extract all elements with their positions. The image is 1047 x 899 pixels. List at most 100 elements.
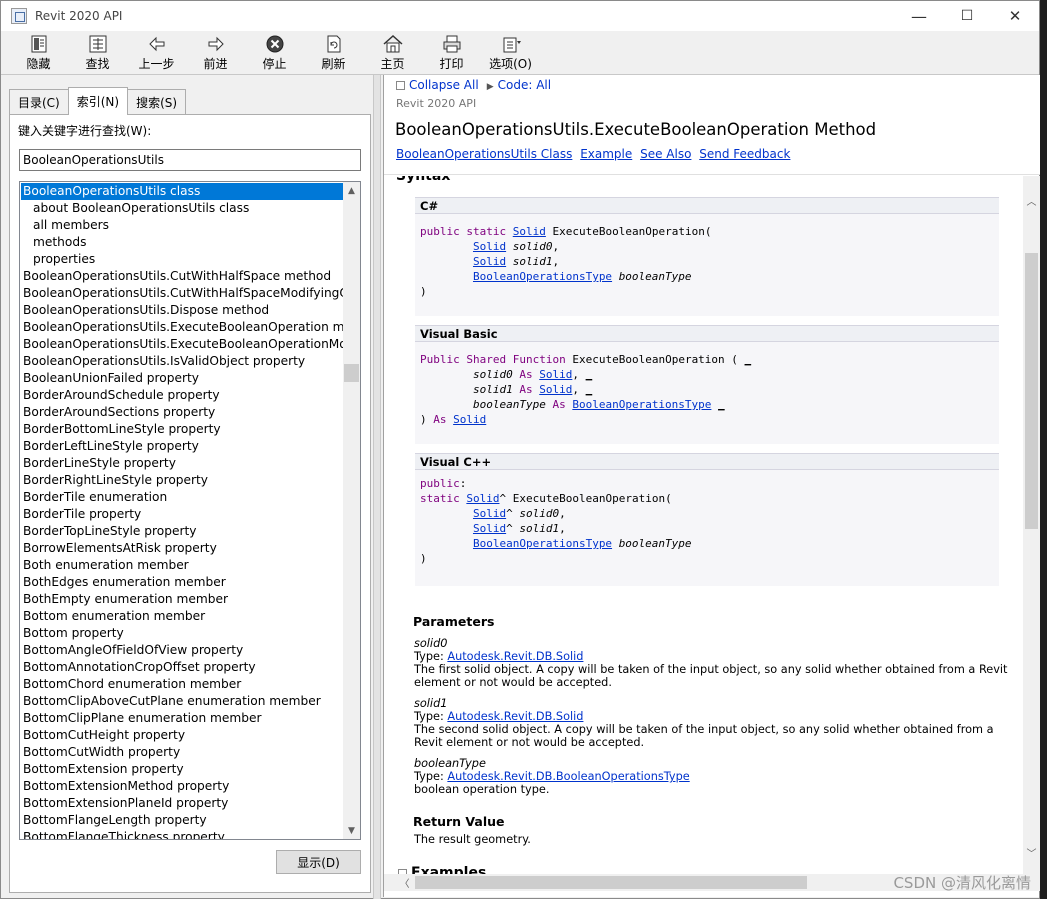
scroll-down-arrow-icon[interactable]: ﹀	[1023, 844, 1040, 861]
index-list-scrollbar[interactable]: ▲ ▼	[343, 182, 360, 839]
index-list-item[interactable]: Bottom property	[21, 625, 344, 642]
index-list-item[interactable]: BooleanOperationsUtils.CutWithHalfSpace …	[21, 268, 344, 285]
param-booleantype: booleanType Type: Autodesk.Revit.DB.Bool…	[414, 757, 1009, 796]
tab-contents[interactable]: 目录(C)	[9, 89, 69, 115]
index-list-item[interactable]: BorderTile property	[21, 506, 344, 523]
scroll-left-arrow-icon[interactable]: 〈	[396, 874, 413, 891]
index-list-item[interactable]: BottomClipPlane enumeration member	[21, 710, 344, 727]
vb-code: Public Shared Function ExecuteBooleanOpe…	[420, 353, 752, 426]
options-icon	[503, 37, 521, 53]
class-link[interactable]: BooleanOperationsUtils Class	[396, 147, 572, 161]
index-list-item[interactable]: BorderTile enumeration	[21, 489, 344, 506]
example-link[interactable]: Example	[580, 147, 632, 161]
param-type-link[interactable]: Autodesk.Revit.DB.BooleanOperationsType	[447, 770, 689, 783]
index-list-item[interactable]: BothEmpty enumeration member	[21, 591, 344, 608]
index-list-item[interactable]: BottomAnnotationCropOffset property	[21, 659, 344, 676]
collapse-all-toggle[interactable]: Collapse All	[396, 78, 479, 92]
keyword-label: 键入关键字进行查找(W):	[18, 124, 152, 138]
scroll-up-arrow-icon[interactable]: ▲	[343, 182, 360, 199]
param-solid1: solid1 Type: Autodesk.Revit.DB.Solid The…	[414, 697, 1009, 749]
index-list-item[interactable]: BooleanOperationsUtils.CutWithHalfSpaceM…	[21, 285, 344, 302]
index-list-item[interactable]: BottomAngleOfFieldOfView property	[21, 642, 344, 659]
index-list-item[interactable]: BorderBottomLineStyle property	[21, 421, 344, 438]
display-button[interactable]: 显示(D)	[276, 850, 361, 874]
send-feedback-link[interactable]: Send Feedback	[699, 147, 790, 161]
index-list-item[interactable]: BottomFlangeThickness property	[21, 829, 344, 839]
index-list-item[interactable]: BottomExtensionPlaneId property	[21, 795, 344, 812]
index-list-item[interactable]: BooleanOperationsUtils class	[21, 183, 344, 200]
index-list-item[interactable]: BottomFlangeLength property	[21, 812, 344, 829]
index-list-item[interactable]: BottomCutWidth property	[21, 744, 344, 761]
index-list-item[interactable]: BorderRightLineStyle property	[21, 472, 344, 489]
collapse-all-link[interactable]: Collapse All	[409, 78, 479, 92]
home-button[interactable]: 主页	[363, 31, 422, 75]
index-list-item[interactable]: all members	[21, 217, 344, 234]
index-list-item[interactable]: BooleanOperationsUtils.Dispose method	[21, 302, 344, 319]
maximize-button[interactable]: ☐	[943, 1, 991, 31]
examples-heading[interactable]: Examples	[398, 865, 486, 874]
print-button[interactable]: 打印	[422, 31, 481, 75]
stop-button[interactable]: 停止	[245, 31, 304, 75]
refresh-button[interactable]: 刷新	[304, 31, 363, 75]
vb-code-block: Visual Basic Public Shared Function Exec…	[415, 325, 999, 444]
minimize-button[interactable]: —	[895, 1, 943, 31]
index-list-item[interactable]: methods	[21, 234, 344, 251]
index-list-item[interactable]: BottomExtension property	[21, 761, 344, 778]
index-list-item[interactable]: about BooleanOperationsUtils class	[21, 200, 344, 217]
back-button[interactable]: 上一步	[127, 31, 186, 75]
index-list-item[interactable]: BottomClipAboveCutPlane enumeration memb…	[21, 693, 344, 710]
topic-scroll-thumb[interactable]	[1025, 253, 1038, 529]
header-links: BooleanOperationsUtils Class Example See…	[396, 147, 794, 161]
see-also-link[interactable]: See Also	[640, 147, 691, 161]
topic-vertical-scrollbar[interactable]: ︿ ﹀	[1023, 176, 1040, 876]
index-list-item[interactable]: BooleanOperationsUtils.ExecuteBooleanOpe…	[21, 319, 344, 336]
navigation-pane: 目录(C) 索引(N) 搜索(S) 键入关键字进行查找(W): BooleanO…	[9, 79, 371, 893]
index-list-item[interactable]: BothEdges enumeration member	[21, 574, 344, 591]
index-list-item[interactable]: BorderTopLineStyle property	[21, 523, 344, 540]
code-all-toggle[interactable]: ▶ Code: All	[487, 78, 551, 92]
code-all-link[interactable]: Code: All	[498, 78, 551, 92]
back-arrow-icon	[148, 36, 164, 52]
index-items: BooleanOperationsUtils class about Boolea…	[21, 183, 344, 839]
scroll-up-arrow-icon[interactable]: ︿	[1023, 192, 1040, 209]
index-list-item[interactable]: BorderLineStyle property	[21, 455, 344, 472]
forward-button[interactable]: 前进	[186, 31, 245, 75]
index-list-item[interactable]: Bottom enumeration member	[21, 608, 344, 625]
product-label: Revit 2020 API	[396, 97, 477, 110]
keyword-input[interactable]	[19, 149, 361, 171]
param-type-link[interactable]: Autodesk.Revit.DB.Solid	[447, 650, 583, 663]
index-list-item[interactable]: BooleanOperationsUtils.ExecuteBooleanOpe…	[21, 336, 344, 353]
refresh-label: 刷新	[321, 57, 346, 71]
forward-label: 前进	[203, 57, 228, 71]
param-desc: The second solid object. A copy will be …	[414, 723, 994, 749]
close-button[interactable]: ✕	[991, 1, 1039, 31]
index-list-item[interactable]: BottomCutHeight property	[21, 727, 344, 744]
pane-splitter[interactable]	[373, 75, 381, 899]
options-label: 选项(O)	[489, 57, 532, 71]
tab-index[interactable]: 索引(N)	[67, 87, 129, 115]
options-button[interactable]: 选项(O)	[481, 31, 540, 75]
index-list-item[interactable]: BorderAroundSchedule property	[21, 387, 344, 404]
index-list-item[interactable]: BooleanUnionFailed property	[21, 370, 344, 387]
scroll-down-arrow-icon[interactable]: ▼	[343, 822, 360, 839]
app-icon	[11, 8, 27, 24]
index-scroll-thumb[interactable]	[344, 364, 359, 382]
topic-hscroll-thumb[interactable]	[415, 876, 807, 889]
param-type-prefix: Type:	[414, 710, 444, 723]
back-label: 上一步	[138, 57, 175, 71]
tab-search[interactable]: 搜索(S)	[127, 89, 187, 115]
index-list-item[interactable]: BottomExtensionMethod property	[21, 778, 344, 795]
param-type-link[interactable]: Autodesk.Revit.DB.Solid	[447, 710, 583, 723]
index-list-item[interactable]: BottomChord enumeration member	[21, 676, 344, 693]
hide-button[interactable]: 隐藏	[9, 31, 68, 75]
find-button[interactable]: 查找	[68, 31, 127, 75]
index-list-item[interactable]: Both enumeration member	[21, 557, 344, 574]
index-list-item[interactable]: BorderLeftLineStyle property	[21, 438, 344, 455]
index-list-item[interactable]: BooleanOperationsUtils.IsValidObject pro…	[21, 353, 344, 370]
index-list-item[interactable]: BorrowElementsAtRisk property	[21, 540, 344, 557]
index-list-item[interactable]: BorderAroundSections property	[21, 404, 344, 421]
examples-heading-text: Examples	[411, 865, 487, 874]
index-list[interactable]: BooleanOperationsUtils class about Boolea…	[19, 181, 361, 840]
csharp-title: C#	[415, 198, 999, 214]
index-list-item[interactable]: properties	[21, 251, 344, 268]
